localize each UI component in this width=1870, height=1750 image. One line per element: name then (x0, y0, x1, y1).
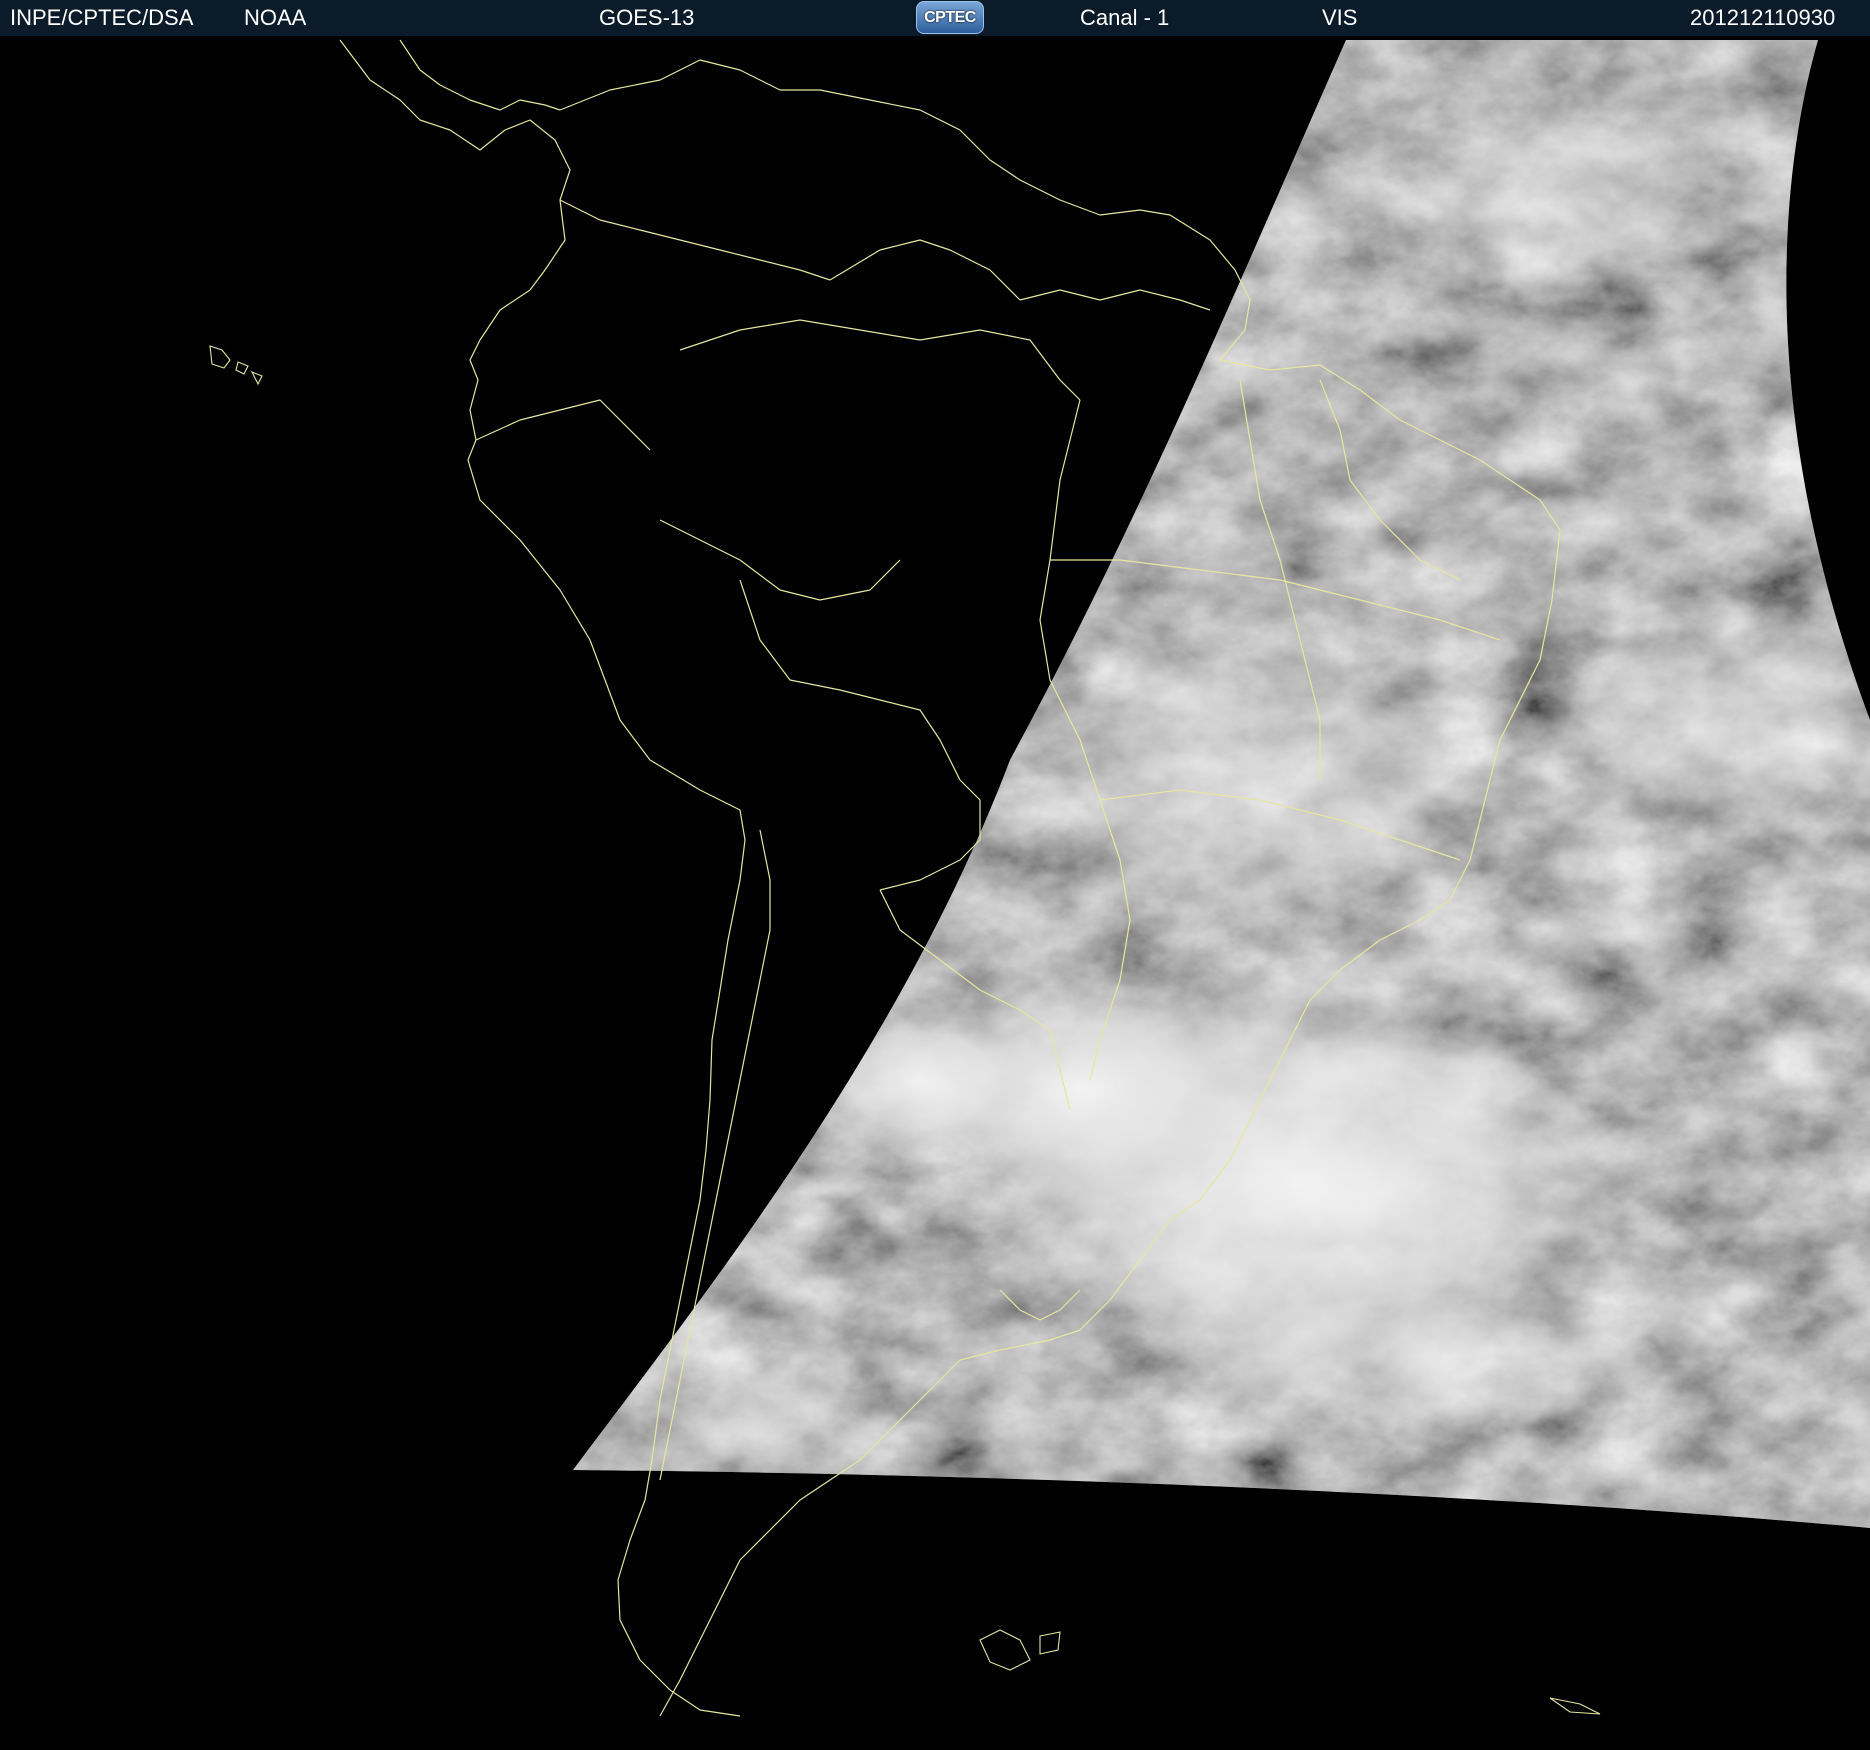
cloud-mass (1380, 110, 1740, 290)
agency-label: NOAA (244, 5, 307, 30)
header-bar: INPE/CPTEC/DSA NOAA GOES-13 CPTEC Canal … (0, 0, 1870, 37)
org-label: INPE/CPTEC/DSA (10, 5, 194, 30)
satellite-map (0, 36, 1870, 1750)
cloud-mass (640, 1360, 880, 1480)
satellite-image-page: INPE/CPTEC/DSA NOAA GOES-13 CPTEC Canal … (0, 0, 1870, 1750)
channel-label: Canal - 1 (1080, 5, 1170, 30)
timestamp-label: 201212110930 (1690, 5, 1836, 30)
cloud-mass (1030, 630, 1490, 930)
cloud-mass (1180, 1280, 1660, 1440)
satellite-label: GOES-13 (599, 5, 695, 30)
band-label: VIS (1322, 5, 1358, 30)
cptec-logo: CPTEC (916, 1, 984, 34)
